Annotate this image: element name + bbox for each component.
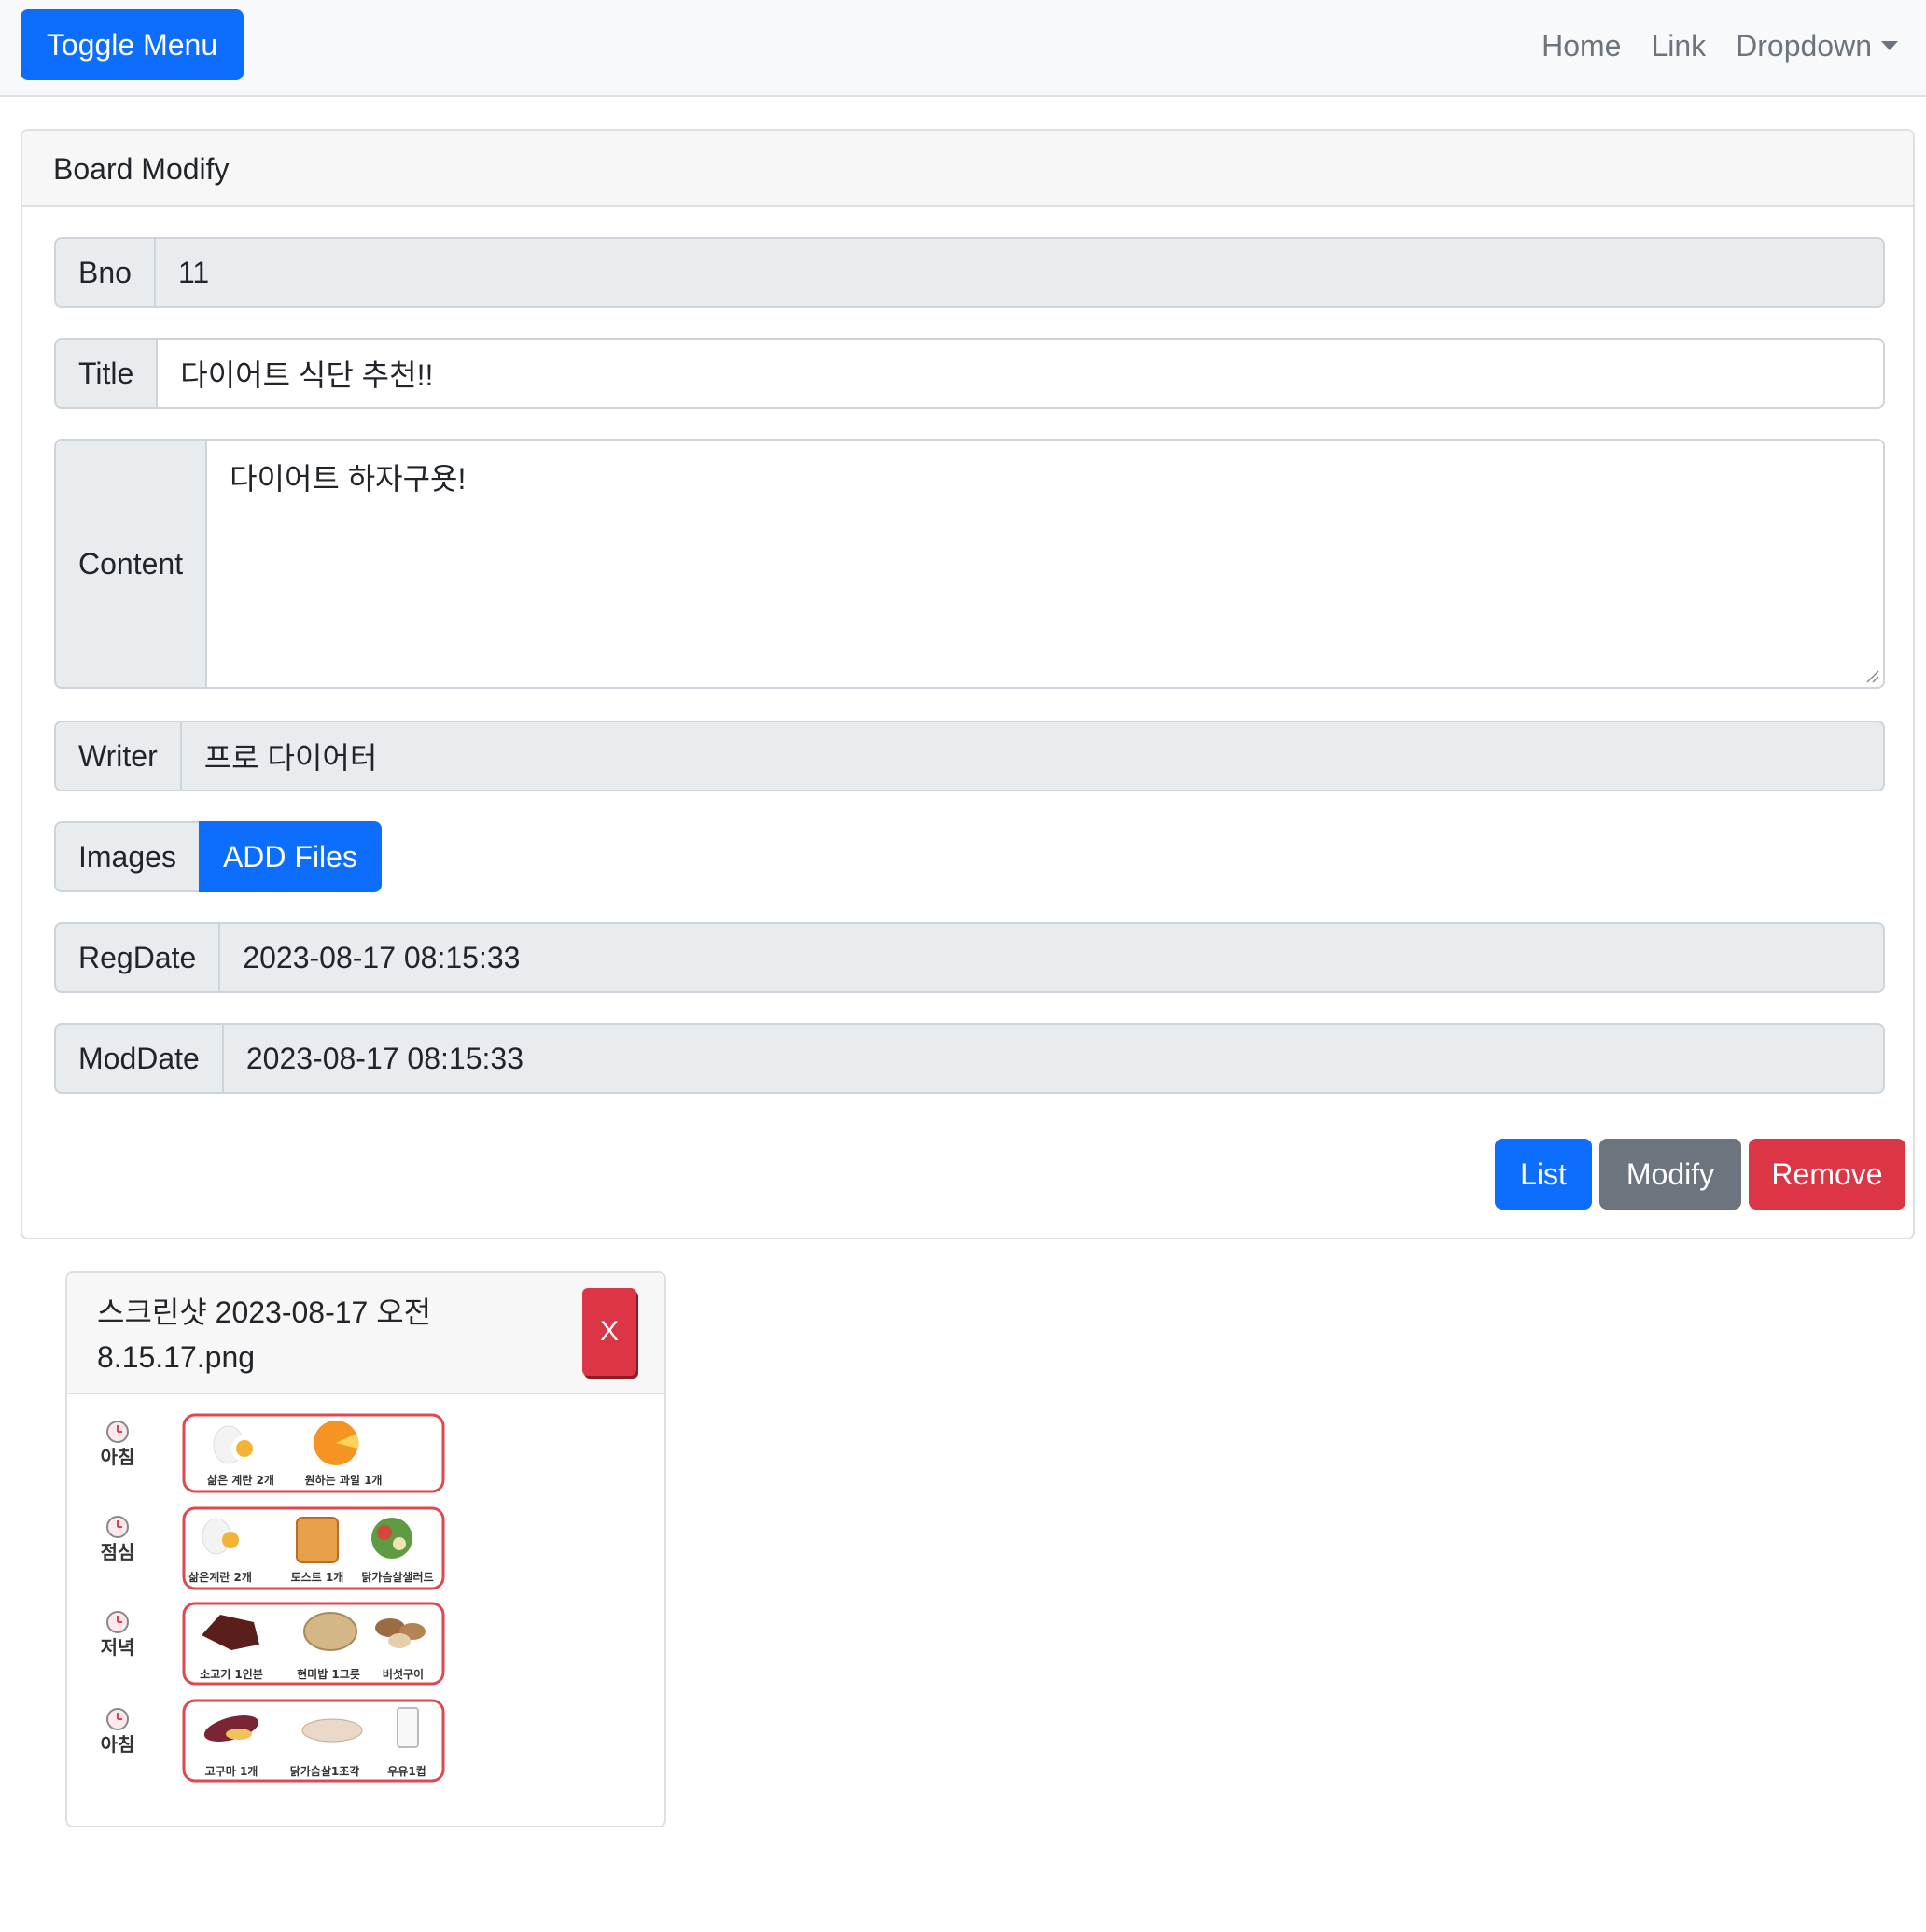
svg-text:우유1컵: 우유1컵 [387, 1765, 426, 1778]
writer-label: Writer [54, 721, 180, 791]
bno-field: 11 [153, 237, 1885, 308]
board-modify-card: Board Modify Bno 11 Title 다이어트 식단 추천!! C… [21, 129, 1915, 1239]
remove-attachment-button[interactable]: X [582, 1288, 636, 1376]
top-navbar: Toggle Menu Home Link Dropdown [0, 0, 1926, 97]
svg-text:토스트 1개: 토스트 1개 [291, 1571, 344, 1584]
svg-text:버섯구이: 버섯구이 [383, 1667, 424, 1681]
meal-row: 아침 삶은 계란 2개 원하는 과일 1개 [101, 1413, 445, 1493]
title-label: Title [54, 338, 157, 409]
nav-link-link[interactable]: Link [1651, 29, 1706, 63]
images-label: Images [54, 821, 199, 892]
nav-links: Home Link Dropdown [1512, 0, 1898, 91]
svg-text:소고기 1인분: 소고기 1인분 [200, 1667, 263, 1681]
title-input[interactable]: 다이어트 식단 추천!! [156, 338, 1885, 409]
meal-time: 저녁 [101, 1636, 135, 1659]
svg-text:고구마 1개: 고구마 1개 [205, 1764, 258, 1778]
regdate-field: 2023-08-17 08:15:33 [218, 922, 1885, 993]
bno-label: Bno [54, 237, 154, 308]
modify-button[interactable]: Modify [1599, 1139, 1741, 1210]
svg-text:현미밥 1그릇: 현미밥 1그릇 [297, 1667, 360, 1681]
resize-grip-icon[interactable] [1864, 668, 1879, 683]
svg-text:원하는 과일 1개: 원하는 과일 1개 [305, 1473, 383, 1487]
title-group: Title 다이어트 식단 추천!! [54, 338, 1885, 409]
images-group: Images ADD Files [54, 821, 382, 892]
meal-row: 저녁 소고기 1인분 현미밥 1그릇 버섯구이 [101, 1602, 445, 1686]
content-textarea[interactable]: 다이어트 하자구욧! [205, 439, 1885, 689]
regdate-label: RegDate [54, 922, 219, 993]
content-text: 다이어트 하자구욧! [230, 462, 467, 496]
caret-down-icon [1881, 41, 1898, 50]
svg-text:닭가슴살샐러드: 닭가슴살샐러드 [361, 1570, 433, 1584]
content-label: Content [54, 439, 206, 689]
nav-dropdown-label: Dropdown [1736, 28, 1872, 63]
svg-text:삶은 계란 2개: 삶은 계란 2개 [207, 1473, 274, 1487]
svg-text:닭가슴살1조각: 닭가슴살1조각 [290, 1764, 360, 1778]
add-files-button[interactable]: ADD Files [198, 821, 382, 892]
toggle-menu-button[interactable]: Toggle Menu [21, 9, 244, 80]
meal-row: 점심 삶은계란 2개 토스트 1개 닭가슴살샐러드 [101, 1506, 445, 1590]
attachment-thumbnail[interactable]: 아침 삶은 계란 2개 원하는 과일 1개 점심 삶은계란 2개 토스트 1개 [95, 1411, 468, 1803]
moddate-field: 2023-08-17 08:15:33 [221, 1023, 1885, 1094]
meal-time: 아침 [101, 1446, 135, 1468]
bno-group: Bno 11 [54, 237, 1885, 308]
meal-time: 아침 [101, 1733, 135, 1756]
svg-text:삶은계란 2개: 삶은계란 2개 [188, 1570, 252, 1584]
attachment-header: 스크린샷 2023-08-17 오전 8.15.17.png X [67, 1273, 664, 1394]
list-button[interactable]: List [1495, 1139, 1592, 1210]
meal-time: 점심 [101, 1541, 135, 1563]
card-title: Board Modify [22, 131, 1913, 207]
nav-dropdown[interactable]: Dropdown [1736, 29, 1898, 63]
moddate-group: ModDate 2023-08-17 08:15:33 [54, 1023, 1885, 1094]
attachment-card: 스크린샷 2023-08-17 오전 8.15.17.png X 아침 삶은 계… [65, 1271, 666, 1827]
nav-link-home[interactable]: Home [1542, 29, 1621, 63]
meal-row: 아침 고구마 1개 닭가슴살1조각 우유1컵 [101, 1699, 445, 1783]
writer-group: Writer 프로 다이어터 [54, 721, 1885, 791]
content-group: Content 다이어트 하자구욧! [54, 439, 1885, 689]
writer-field: 프로 다이어터 [179, 721, 1885, 791]
remove-button[interactable]: Remove [1749, 1139, 1905, 1210]
regdate-group: RegDate 2023-08-17 08:15:33 [54, 922, 1885, 993]
attachment-filename: 스크린샷 2023-08-17 오전 8.15.17.png [97, 1295, 432, 1374]
moddate-label: ModDate [54, 1023, 222, 1094]
